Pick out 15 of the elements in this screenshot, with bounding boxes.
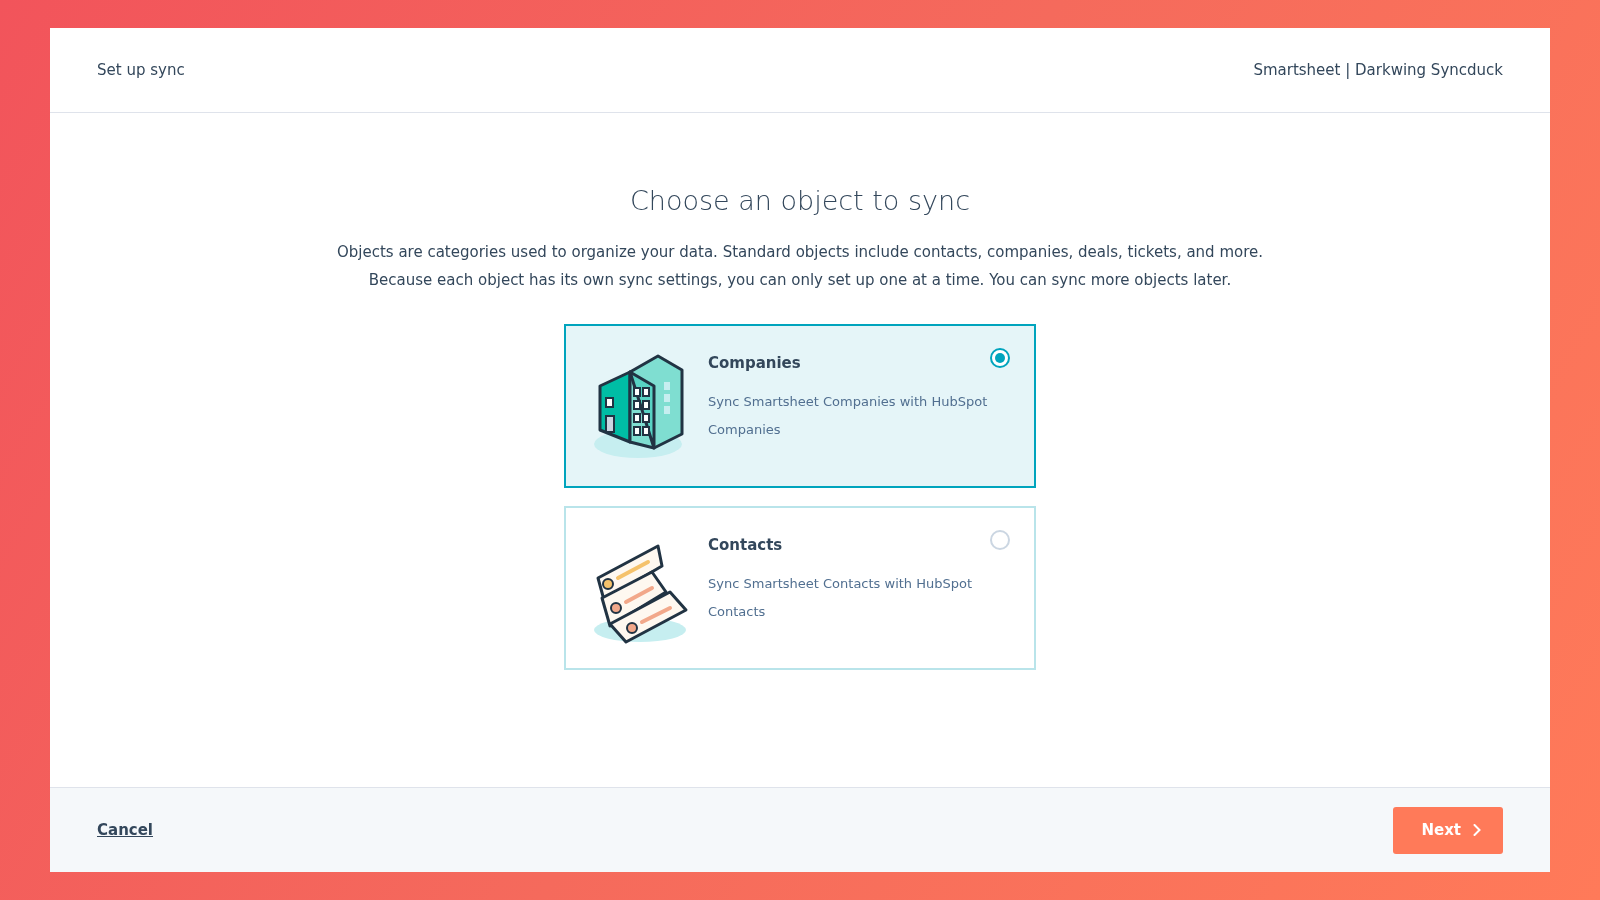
chevron-right-icon [1473, 824, 1481, 836]
page-heading: Choose an object to sync [630, 185, 970, 216]
radio-button[interactable] [990, 530, 1010, 550]
option-title: Contacts [708, 536, 784, 554]
account-name: Smartsheet | Darkwing Syncduck [1253, 61, 1503, 79]
option-description: Sync Smartsheet Contacts with HubSpot Contacts [708, 575, 974, 621]
cancel-link[interactable]: Cancel [97, 821, 153, 839]
option-description: Sync Smartsheet Companies with HubSpot Companies [708, 393, 989, 439]
option-title: Companies [708, 354, 802, 372]
description-text: Objects are categories used to organize your data. Standard objects include contacts, companies, deals, tickets, and more. [336, 242, 1264, 263]
object-option-card[interactable]: Contacts Sync Smartsheet Contacts with HubSpot Contacts [564, 506, 1036, 670]
object-option-card[interactable]: Companies Sync Smartsheet Companies with HubSpot Companies [564, 324, 1036, 488]
radio-button[interactable] [990, 348, 1010, 368]
page-title: Set up sync [97, 61, 185, 79]
description-text: Because each object has its own sync settings, you can only set up one at a time. You can sync more objects later. [368, 270, 1232, 291]
